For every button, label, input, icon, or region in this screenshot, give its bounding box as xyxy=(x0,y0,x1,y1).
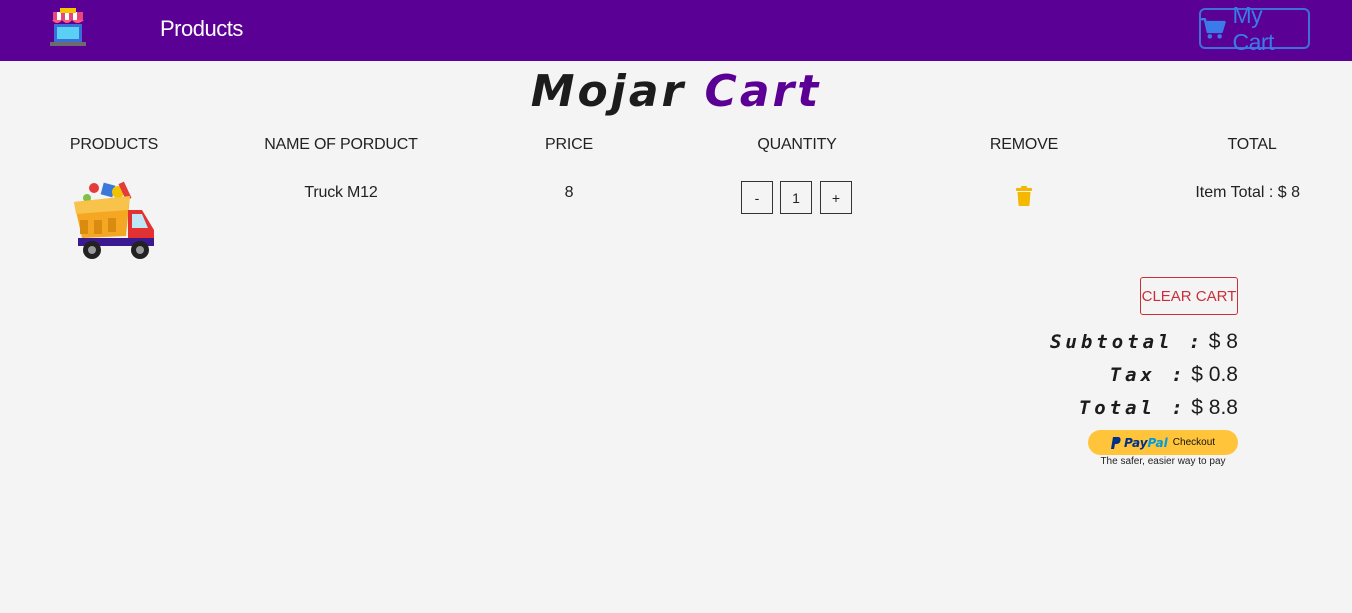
tax-value: $ 0.8 xyxy=(1191,363,1238,386)
column-header-remove: REMOVE xyxy=(989,136,1059,153)
paypal-checkout-button[interactable]: PayPal Checkout xyxy=(1088,430,1238,455)
subtotal-label: Subtotal : xyxy=(1049,331,1205,353)
quantity-increment-button[interactable]: + xyxy=(820,181,852,214)
column-header-total: TOTAL xyxy=(1227,136,1277,153)
total-row: Total : $ 8.8 xyxy=(1079,396,1238,420)
tax-row: Tax : $ 0.8 xyxy=(1110,363,1238,387)
trash-icon[interactable] xyxy=(1015,186,1033,206)
title-word-2: Cart xyxy=(704,66,822,117)
subtotal-row: Subtotal : $ 8 xyxy=(1050,330,1238,354)
truck-icon xyxy=(74,181,154,259)
product-name: Truck M12 xyxy=(304,184,378,201)
column-header-products: PRODUCTS xyxy=(69,136,159,153)
paypal-logo-pal: Pal xyxy=(1147,435,1168,450)
products-link[interactable]: Products xyxy=(160,16,243,42)
quantity-decrement-button[interactable]: - xyxy=(741,181,773,214)
page-title: Mojar Cart xyxy=(0,66,1352,117)
cart-icon xyxy=(1201,17,1226,39)
paypal-tagline: The safer, easier way to pay xyxy=(1100,456,1226,467)
navbar: Products My Cart xyxy=(0,0,1352,61)
column-header-quantity: QUANTITY xyxy=(757,136,837,153)
title-word-1: Mojar xyxy=(530,66,687,117)
my-cart-button[interactable]: My Cart xyxy=(1199,2,1310,55)
paypal-p-icon xyxy=(1110,436,1121,449)
paypal-logo-pay: Pay xyxy=(1123,435,1148,450)
total-value: $ 8.8 xyxy=(1191,396,1238,419)
paypal-logo: PayPal xyxy=(1124,436,1168,450)
item-total: Item Total : $ 8 xyxy=(1195,184,1300,201)
clear-cart-button[interactable]: CLEAR CART xyxy=(1140,277,1238,315)
total-label: Total : xyxy=(1078,397,1187,419)
column-header-price: PRICE xyxy=(545,136,593,153)
quantity-value: 1 xyxy=(780,181,812,214)
store-icon[interactable] xyxy=(48,8,88,48)
subtotal-value: $ 8 xyxy=(1208,330,1238,353)
column-header-name: NAME OF PORDUCT xyxy=(264,136,418,153)
product-price: 8 xyxy=(564,184,574,201)
paypal-checkout-label: Checkout xyxy=(1172,437,1216,448)
tax-label: Tax : xyxy=(1109,364,1187,386)
my-cart-label: My Cart xyxy=(1232,1,1275,55)
